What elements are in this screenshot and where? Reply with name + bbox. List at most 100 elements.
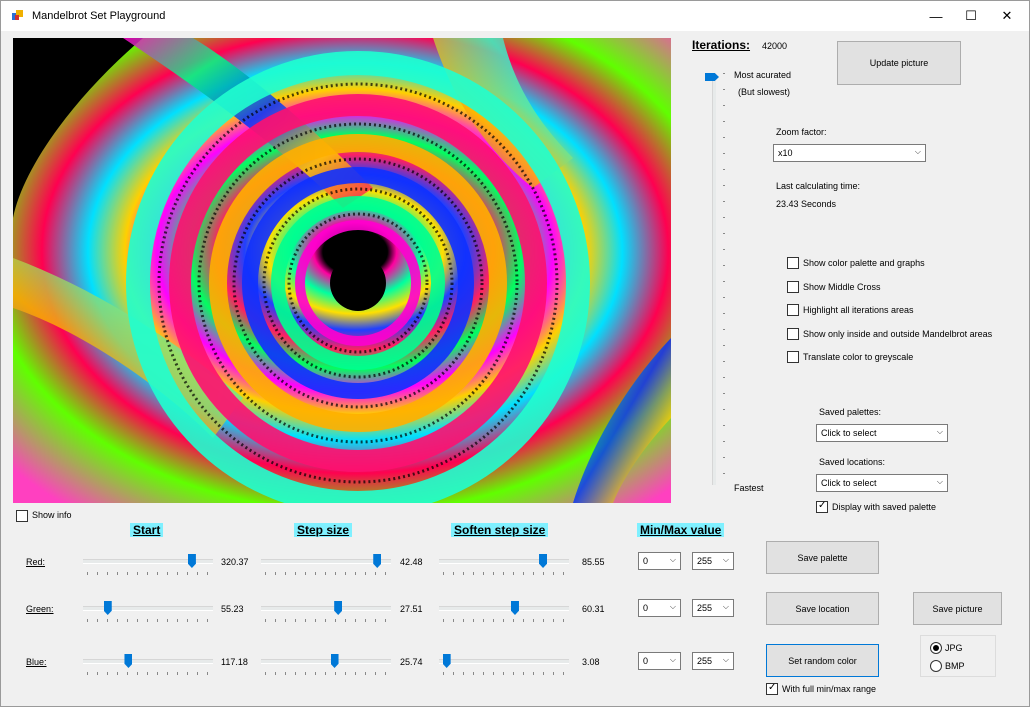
zoom-select[interactable]: x10 ⌵ bbox=[773, 144, 926, 162]
iterations-top-sublabel: (But slowest) bbox=[738, 87, 791, 97]
max-select[interactable]: 255 ⌵ bbox=[692, 652, 734, 670]
option-checkbox-label: Show Middle Cross bbox=[803, 282, 881, 292]
start-value: 55.23 bbox=[221, 604, 244, 614]
save-picture-button[interactable]: Save picture bbox=[913, 592, 1002, 625]
iterations-slider-ticks bbox=[723, 73, 725, 485]
format-radio-label: BMP bbox=[945, 661, 965, 671]
chevron-down-icon: ⌵ bbox=[669, 555, 676, 564]
iterations-slider-thumb[interactable] bbox=[705, 73, 719, 81]
app-icon bbox=[12, 10, 23, 20]
color-row-label: Blue: bbox=[26, 657, 47, 667]
soften-slider-ticks bbox=[443, 672, 567, 675]
start-slider-ticks bbox=[87, 619, 211, 622]
saved-palettes-select[interactable]: Click to select ⌵ bbox=[816, 424, 948, 442]
saved-palettes-label: Saved palettes: bbox=[819, 407, 882, 417]
color-row-label: Red: bbox=[26, 557, 46, 567]
format-radio[interactable] bbox=[930, 642, 942, 654]
chevron-down-icon: ⌵ bbox=[936, 427, 943, 436]
max-select[interactable]: 255 ⌵ bbox=[692, 552, 734, 570]
window-title: Mandelbrot Set Playground bbox=[32, 10, 166, 22]
chevron-down-icon: ⌵ bbox=[722, 602, 729, 611]
step-slider-ticks bbox=[265, 619, 389, 622]
close-button[interactable]: ✕ bbox=[984, 1, 1030, 31]
min-select[interactable]: 0 ⌵ bbox=[638, 652, 681, 670]
iterations-label: Iterations: bbox=[692, 38, 751, 52]
soften-slider-ticks bbox=[443, 619, 567, 622]
step-slider-thumb[interactable] bbox=[334, 601, 343, 615]
saved-locations-value: Click to select bbox=[821, 478, 877, 488]
title-bar: Mandelbrot Set Playground — ☐ ✕ bbox=[1, 1, 1029, 31]
chevron-down-icon: ⌵ bbox=[914, 147, 921, 156]
max-select[interactable]: 255 ⌵ bbox=[692, 599, 734, 617]
save-location-button[interactable]: Save location bbox=[766, 592, 879, 625]
zoom-select-value: x10 bbox=[778, 148, 793, 158]
step-slider-track[interactable] bbox=[261, 659, 391, 664]
step-slider-ticks bbox=[265, 672, 389, 675]
step-slider-thumb[interactable] bbox=[373, 554, 382, 568]
min-select[interactable]: 0 ⌵ bbox=[638, 599, 681, 617]
option-checkbox-label: Show color palette and graphs bbox=[803, 258, 925, 268]
format-radio[interactable] bbox=[930, 660, 942, 672]
save-palette-button[interactable]: Save palette bbox=[766, 541, 879, 574]
saved-locations-select[interactable]: Click to select ⌵ bbox=[816, 474, 948, 492]
start-slider-thumb[interactable] bbox=[103, 601, 112, 615]
header-start: Start bbox=[130, 523, 164, 537]
step-slider-ticks bbox=[265, 572, 389, 575]
soften-slider-track[interactable] bbox=[439, 659, 569, 664]
display-saved-palette-label: Display with saved palette bbox=[832, 502, 937, 512]
soften-slider-thumb[interactable] bbox=[510, 601, 519, 615]
min-select[interactable]: 0 ⌵ bbox=[638, 552, 681, 570]
step-slider-track[interactable] bbox=[261, 559, 391, 564]
start-value: 117.18 bbox=[221, 657, 248, 667]
option-checkbox[interactable] bbox=[787, 328, 799, 340]
header-soften-step-size: Soften step size bbox=[451, 523, 549, 537]
step-value: 25.74 bbox=[400, 657, 423, 667]
chevron-down-icon: ⌵ bbox=[669, 655, 676, 664]
start-slider-thumb[interactable] bbox=[124, 654, 133, 668]
random-color-button[interactable]: Set random color bbox=[766, 644, 879, 677]
option-checkbox-label: Highlight all iterations areas bbox=[803, 305, 914, 315]
header-step-size: Step size bbox=[294, 523, 353, 537]
soften-slider-thumb[interactable] bbox=[539, 554, 548, 568]
option-checkbox[interactable] bbox=[787, 257, 799, 269]
step-value: 42.48 bbox=[400, 557, 423, 567]
chevron-down-icon: ⌵ bbox=[669, 602, 676, 611]
show-info-checkbox[interactable] bbox=[16, 510, 28, 522]
full-range-label: With full min/max range bbox=[782, 684, 877, 694]
iterations-bottom-label: Fastest bbox=[734, 483, 764, 493]
soften-value: 3.08 bbox=[582, 657, 600, 667]
option-checkbox[interactable] bbox=[787, 351, 799, 363]
soften-slider-thumb[interactable] bbox=[442, 654, 451, 668]
color-row-label: Green: bbox=[26, 604, 54, 614]
update-picture-button[interactable]: Update picture bbox=[837, 41, 961, 85]
display-saved-palette-checkbox[interactable]: ✓ bbox=[816, 500, 828, 513]
start-slider-track[interactable] bbox=[83, 606, 213, 611]
start-slider-track[interactable] bbox=[83, 659, 213, 664]
step-slider-track[interactable] bbox=[261, 606, 391, 611]
iterations-top-label: Most acurated bbox=[734, 70, 792, 80]
full-range-checkbox[interactable]: ✓ bbox=[766, 682, 778, 695]
saved-palettes-value: Click to select bbox=[821, 428, 877, 438]
start-slider-ticks bbox=[87, 672, 211, 675]
iterations-slider-track[interactable] bbox=[712, 73, 716, 485]
step-value: 27.51 bbox=[400, 604, 423, 614]
option-checkbox[interactable] bbox=[787, 281, 799, 293]
soften-slider-track[interactable] bbox=[439, 559, 569, 564]
start-slider-ticks bbox=[87, 572, 211, 575]
max-select-value: 255 bbox=[697, 556, 713, 566]
iterations-value: 42000 bbox=[762, 41, 788, 51]
chevron-down-icon: ⌵ bbox=[722, 555, 729, 564]
soften-slider-track[interactable] bbox=[439, 606, 569, 611]
min-select-value: 0 bbox=[643, 603, 649, 613]
saved-locations-label: Saved locations: bbox=[819, 457, 886, 467]
option-checkbox[interactable] bbox=[787, 304, 799, 316]
soften-slider-ticks bbox=[443, 572, 567, 575]
option-checkbox-label: Show only inside and outside Mandelbrot … bbox=[803, 329, 993, 339]
start-slider-thumb[interactable] bbox=[187, 554, 196, 568]
step-slider-thumb[interactable] bbox=[330, 654, 339, 668]
app-window: Mandelbrot Set Playground — ☐ ✕ Iteratio… bbox=[0, 0, 1030, 707]
calc-time-value: 23.43 Seconds bbox=[776, 199, 837, 209]
mandelbrot-canvas[interactable] bbox=[13, 38, 671, 503]
calc-time-label: Last calculating time: bbox=[776, 181, 861, 191]
fractal-image bbox=[13, 38, 671, 503]
